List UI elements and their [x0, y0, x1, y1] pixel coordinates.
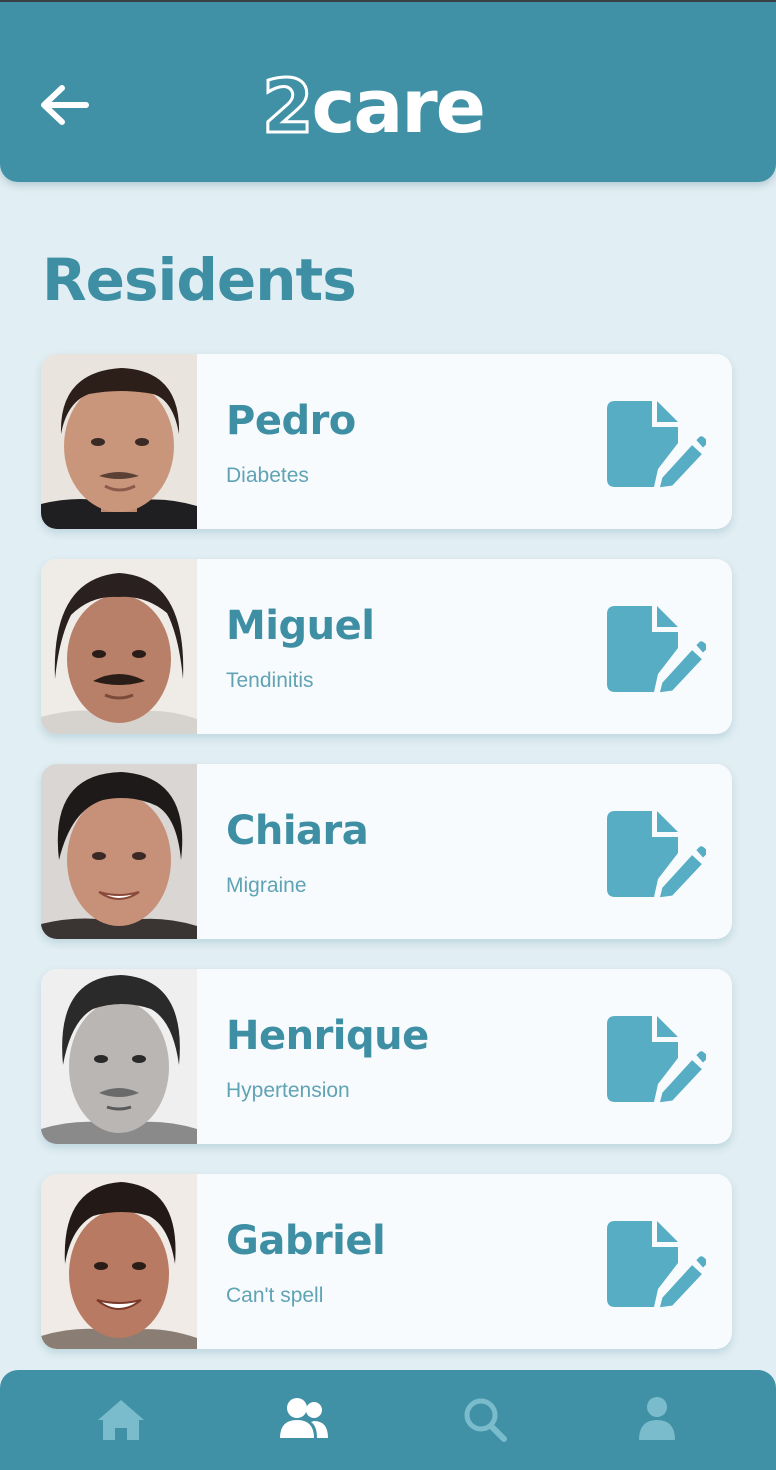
resident-name: Miguel [226, 603, 375, 649]
resident-card-miguel[interactable]: Miguel Tendinitis [41, 559, 732, 734]
resident-condition: Can't spell [226, 1284, 324, 1307]
avatar [41, 764, 197, 939]
avatar [41, 354, 197, 529]
user-icon [639, 1397, 675, 1440]
nav-profile[interactable] [632, 1396, 682, 1442]
users-icon [280, 1398, 328, 1438]
avatar [41, 559, 197, 734]
edit-record-button[interactable] [606, 604, 709, 696]
resident-condition: Hypertension [226, 1079, 350, 1102]
edit-record-button[interactable] [606, 809, 709, 901]
page-title: Residents [42, 246, 357, 314]
logo-word: care [311, 64, 486, 150]
bottom-navigation [0, 1370, 776, 1470]
edit-record-button[interactable] [606, 399, 709, 491]
edit-document-icon [607, 606, 709, 696]
avatar [41, 969, 197, 1144]
resident-card-gabriel[interactable]: Gabriel Can't spell [41, 1174, 732, 1349]
edit-document-icon [607, 811, 709, 901]
resident-card-pedro[interactable]: Pedro Diabetes [41, 354, 732, 529]
resident-name: Pedro [226, 398, 356, 444]
search-icon [464, 1398, 507, 1442]
app-header: 2 care [0, 2, 776, 182]
nav-search[interactable] [460, 1396, 510, 1442]
residents-list: Pedro Diabetes Miguel Tendinitis Chiara … [41, 354, 732, 1379]
edit-document-icon [607, 1016, 709, 1106]
resident-condition: Diabetes [226, 464, 309, 487]
edit-record-button[interactable] [606, 1219, 709, 1311]
resident-condition: Tendinitis [226, 669, 314, 692]
residents-screen: 2 care Residents Pedro Diabetes Miguel T… [0, 0, 776, 1470]
nav-residents[interactable] [278, 1396, 328, 1442]
resident-name: Gabriel [226, 1218, 386, 1264]
back-button[interactable] [34, 80, 94, 130]
nav-home[interactable] [96, 1396, 146, 1442]
arrow-left-icon [41, 85, 89, 125]
edit-document-icon [607, 1221, 709, 1311]
resident-name: Chiara [226, 808, 369, 854]
resident-card-chiara[interactable]: Chiara Migraine [41, 764, 732, 939]
resident-card-henrique[interactable]: Henrique Hypertension [41, 969, 732, 1144]
app-logo: 2 care [261, 64, 486, 150]
home-icon [98, 1400, 144, 1440]
edit-record-button[interactable] [606, 1014, 709, 1106]
resident-condition: Migraine [226, 874, 307, 897]
logo-digit: 2 [261, 64, 315, 150]
edit-document-icon [607, 401, 709, 491]
avatar [41, 1174, 197, 1349]
resident-name: Henrique [226, 1013, 429, 1059]
